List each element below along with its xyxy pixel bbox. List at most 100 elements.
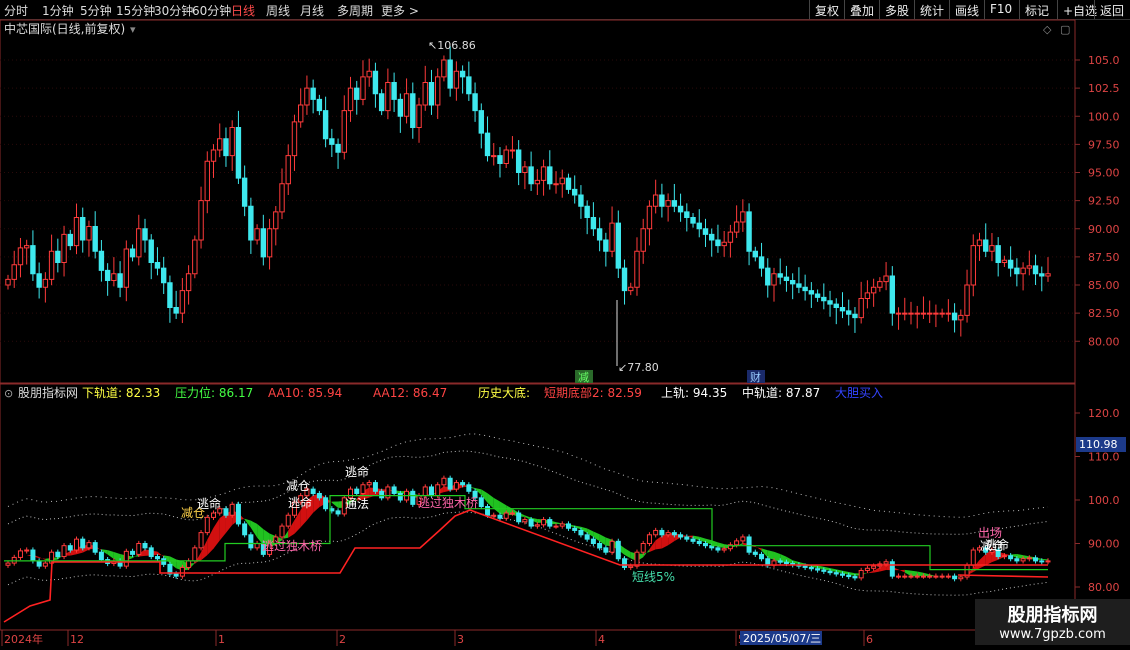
ribbon-seg-144	[904, 569, 911, 577]
indicator-name: 股朋指标网	[18, 385, 78, 400]
candle-body-88	[553, 183, 559, 186]
ind-candle-body-2	[17, 550, 23, 558]
candle-body-44	[279, 183, 285, 213]
candle-body-166	[1039, 273, 1045, 277]
ind-candle-body-142	[889, 561, 895, 577]
candle-body-75	[472, 93, 478, 112]
price-panel-title: 中芯国际(日线,前复权)	[4, 21, 125, 36]
ribbon-seg-156	[979, 553, 986, 569]
candle-body-95	[596, 228, 603, 241]
candle-body-103	[646, 205, 653, 230]
ind-candle-body-13	[86, 542, 92, 549]
candle-body-36	[229, 127, 235, 157]
candle-body-77	[484, 132, 491, 157]
ind-candle-body-85	[534, 524, 540, 527]
candle-body-143	[895, 312, 902, 315]
candle-body-164	[1026, 265, 1033, 269]
candle-body-4	[30, 245, 36, 275]
candle-body-157	[983, 239, 989, 252]
ribbon-seg-162	[1016, 553, 1024, 559]
candle-body-23	[148, 239, 154, 263]
ind-candle-body-76	[478, 497, 484, 508]
candle-body-20	[129, 248, 136, 258]
candle-body-25	[160, 267, 167, 284]
ind-candle-body-80	[503, 512, 509, 519]
ind-candle-body-32	[204, 516, 210, 534]
candle-body-45	[285, 155, 291, 185]
ind-candle-body-12	[80, 538, 86, 549]
ind-candle-body-150	[939, 575, 945, 578]
candle-body-112	[702, 228, 709, 235]
candle-body-107	[671, 200, 678, 207]
ind-candle-body-166	[1039, 560, 1045, 563]
ind-candle-body-81	[509, 512, 515, 515]
candle-body-122	[765, 267, 771, 286]
price-tick-1: 102.5	[1088, 82, 1120, 95]
ind-candle-body-83	[522, 519, 528, 523]
ind-candle-body-19	[123, 550, 129, 567]
candle-body-21	[136, 228, 142, 258]
candle-body-8	[55, 250, 61, 263]
candle-body-60	[378, 93, 385, 112]
ind-candle-body-99	[622, 558, 628, 568]
ind-candle-body-119	[746, 536, 752, 553]
ind-candle-body-74	[466, 484, 472, 492]
ind-candle-body-72	[453, 482, 459, 490]
ind-tick-2: 100.0	[1088, 494, 1120, 507]
candle-body-132	[827, 300, 833, 305]
candle-body-15	[98, 250, 105, 271]
candle-body-97	[609, 222, 615, 252]
candle-body-69	[435, 76, 441, 106]
readout-0: 下轨道: 82.33	[82, 386, 160, 400]
ind-candle-body-20	[130, 550, 136, 555]
candle-body-35	[223, 138, 229, 157]
price-tick-7: 87.50	[1088, 251, 1120, 264]
candle-body-141	[883, 275, 889, 283]
date-highlight: 2025/05/07/三	[743, 632, 821, 645]
date-label-4: 3	[457, 633, 464, 646]
candle-body-142	[889, 275, 896, 314]
ind-candle-body-90	[565, 523, 571, 529]
candle-body-152	[951, 312, 958, 321]
ind-candle-body-145	[908, 575, 914, 578]
ind-candle-body-87	[547, 519, 553, 527]
price-panel-frame	[0, 19, 1076, 384]
green-step-line	[4, 495, 1048, 571]
candle-body-64	[403, 93, 410, 117]
ind-candle-body-128	[802, 565, 808, 568]
ind-candle-body-129	[808, 566, 814, 570]
ind-candle-body-101	[634, 551, 640, 567]
candle-body-138	[864, 292, 871, 299]
candle-body-131	[821, 296, 827, 302]
ind-candle-body-147	[920, 575, 926, 578]
candle-body-89	[559, 177, 565, 185]
candle-body-41	[260, 228, 267, 258]
ind-candle-body-96	[603, 547, 609, 553]
candle-body-40	[254, 228, 260, 241]
candle-body-11	[73, 217, 80, 247]
candle-body-70	[441, 59, 447, 78]
candle-body-72	[453, 70, 460, 89]
ind-candle-body-94	[590, 538, 596, 545]
ind-candle-body-100	[628, 565, 634, 568]
candle-body-160	[1001, 259, 1008, 263]
candle-body-109	[684, 211, 690, 218]
candle-body-119	[746, 211, 752, 252]
watermark-title: 股朋指标网	[1007, 605, 1098, 626]
candle-body-91	[572, 188, 578, 196]
annotation-5: 通法	[345, 497, 369, 511]
ind-candle-body-6	[42, 562, 48, 567]
ind-candle-body-164	[1026, 557, 1032, 560]
candle-body-73	[459, 70, 466, 78]
candle-body-51	[322, 110, 329, 140]
ind-candle-body-88	[553, 525, 559, 528]
ind-candle-body-36	[229, 503, 235, 516]
ind-candle-body-23	[148, 547, 154, 558]
ind-candle-body-139	[871, 565, 877, 569]
ind-candle-body-124	[777, 560, 783, 563]
candle-body-6	[42, 278, 49, 288]
annotation-8: 短线5%	[632, 570, 675, 584]
ind-candle-body-73	[460, 482, 466, 486]
candle-body-26	[167, 282, 173, 308]
candle-body-30	[192, 239, 198, 275]
